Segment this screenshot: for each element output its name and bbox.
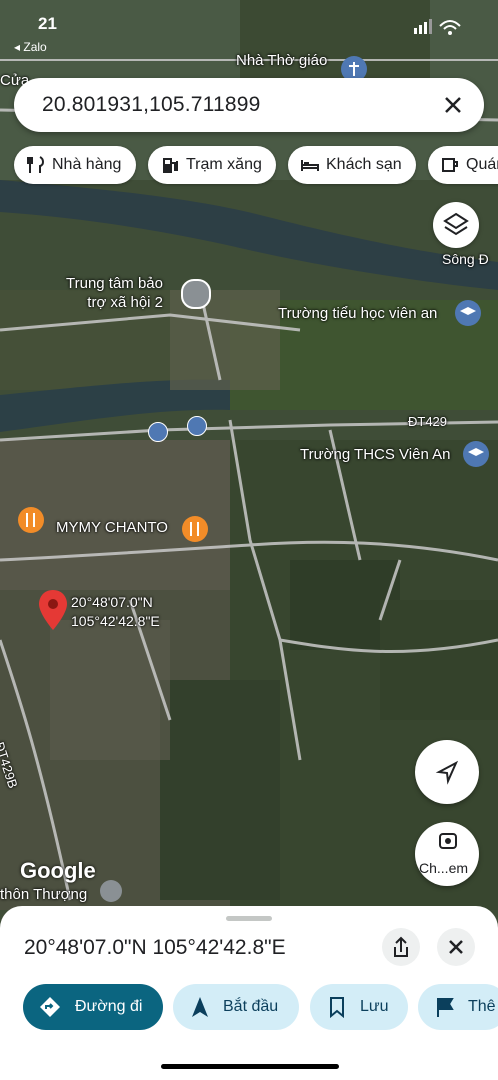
restaurant-icon[interactable] [182, 516, 208, 542]
clock: 21 [38, 14, 57, 33]
chip-label: Trạm xăng [186, 156, 262, 173]
map-label-primary-school: Trường tiểu học viên an [278, 305, 438, 322]
action-label: Lưu [360, 998, 389, 1015]
bus-stop-icon[interactable] [187, 416, 207, 436]
bus-stop-icon[interactable] [148, 422, 168, 442]
navigation-arrow-icon [189, 996, 211, 1018]
place-icon[interactable] [181, 279, 211, 309]
close-icon [449, 940, 463, 954]
map-label-village: thôn Thượng [0, 886, 88, 903]
action-label: Bắt đầu [223, 998, 279, 1015]
chip-label: Nhà hàng [52, 156, 122, 173]
search-bar[interactable]: 20.801931,105.711899 [14, 78, 484, 132]
share-button[interactable] [382, 928, 420, 966]
home-indicator[interactable] [161, 1064, 339, 1069]
cup-icon [440, 155, 460, 175]
chip-cafe[interactable]: Quán [428, 146, 498, 184]
map-label-road-dt429: ĐT429 [408, 414, 448, 429]
my-location-button[interactable] [415, 740, 479, 804]
chip-restaurant[interactable]: Nhà hàng [14, 146, 136, 184]
gas-pump-icon [160, 155, 180, 175]
close-icon[interactable] [438, 90, 468, 120]
status-bar: 21 ◂ Zalo [0, 0, 498, 54]
map-label-restaurant: MYMY CHANTO [56, 519, 168, 536]
layers-button[interactable] [433, 202, 479, 248]
chip-label: Khách sạn [326, 156, 402, 173]
action-label: Đường đi [75, 998, 143, 1015]
place-coordinates: 20°48'07.0"N 105°42'42.8"E [24, 936, 286, 959]
place-icon[interactable] [100, 880, 122, 902]
map-label-secondary-school: Trường THCS Viên An [300, 446, 451, 463]
navigation-arrow-icon [435, 760, 459, 785]
chip-gas-station[interactable]: Trạm xăng [148, 146, 276, 184]
location-pin-icon[interactable] [37, 588, 69, 637]
bed-icon [300, 155, 320, 175]
close-sheet-button[interactable] [437, 928, 475, 966]
pin-longitude: 105°42'42.8"E [71, 613, 160, 629]
map-label-center: Trung tâm bảo trợ xã hội 2 [66, 275, 163, 311]
fork-knife-icon [26, 155, 46, 175]
start-button[interactable]: Bắt đầu [173, 984, 299, 1030]
camera-label: Ch...em [419, 860, 469, 876]
school-icon[interactable] [455, 300, 481, 326]
pin-latitude: 20°48'07.0"N [71, 594, 153, 610]
camera-icon [439, 833, 457, 849]
google-logo: Google [20, 858, 96, 883]
save-button[interactable]: Lưu [310, 984, 408, 1030]
map-label-river: Sông Đ [442, 251, 489, 267]
action-label: Thê [468, 998, 496, 1015]
map-label-church: Nhà Thờ giáo [236, 52, 328, 69]
layers-icon [443, 212, 469, 236]
restaurant-icon[interactable] [18, 507, 44, 533]
chip-label: Quán [466, 156, 498, 173]
camera-search-button[interactable]: Ch...em [415, 822, 479, 886]
bookmark-icon [326, 996, 348, 1019]
chip-hotel[interactable]: Khách sạn [288, 146, 416, 184]
back-to-app-link[interactable]: ◂ Zalo [14, 40, 47, 54]
share-icon [394, 936, 408, 957]
search-query[interactable]: 20.801931,105.711899 [42, 93, 261, 117]
flag-icon [434, 996, 456, 1018]
directions-icon [39, 996, 61, 1018]
sheet-drag-handle[interactable] [226, 916, 272, 921]
label-button[interactable]: Thê [418, 984, 498, 1030]
place-bottom-sheet[interactable]: 20°48'07.0"N 105°42'42.8"E Đường đi Bắt … [0, 906, 498, 1080]
directions-button[interactable]: Đường đi [23, 984, 163, 1030]
school-icon[interactable] [463, 441, 489, 467]
signal-wifi-icon [414, 18, 462, 41]
